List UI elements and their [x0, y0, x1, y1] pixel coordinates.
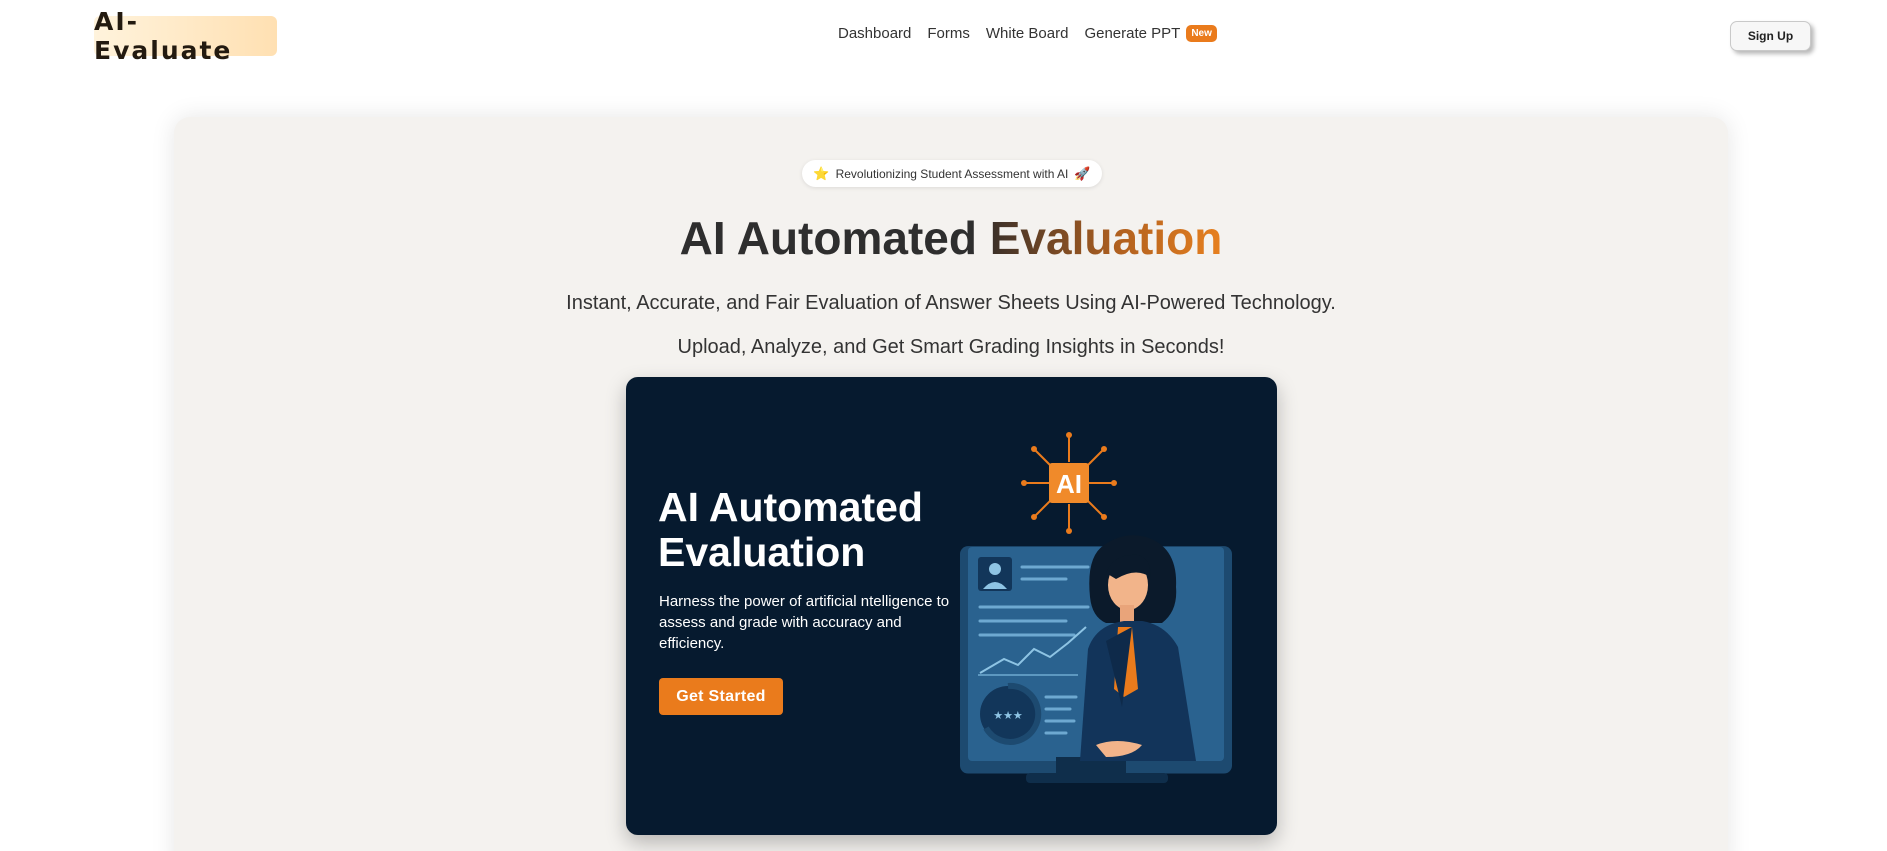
title-plain: AI Automated: [679, 212, 990, 264]
logo[interactable]: AI-Evaluate: [94, 7, 277, 65]
main-nav: Dashboard Forms White Board Generate PPT…: [838, 25, 1217, 42]
nav-white-board[interactable]: White Board: [986, 25, 1069, 42]
panel-description: Harness the power of artificial ntellige…: [659, 593, 950, 652]
panel-title: AI Automated Evaluation: [658, 484, 923, 575]
profile-icon: [978, 557, 1012, 591]
nav-generate-ppt-label[interactable]: Generate PPT: [1084, 25, 1180, 42]
nav-dashboard[interactable]: Dashboard: [838, 25, 911, 42]
get-started-button[interactable]: Get Started: [659, 678, 783, 715]
ai-evaluation-illustration: AI ★★★: [960, 432, 1232, 783]
svg-text:★★★: ★★★: [993, 709, 1023, 722]
rocket-icon: 🚀: [1074, 165, 1091, 181]
subtitle-1: Instant, Accurate, and Fair Evaluation o…: [566, 292, 1336, 314]
ai-chip-icon: AI: [1021, 432, 1117, 534]
page-title: AI Automated Evaluation: [174, 213, 1728, 263]
ai-chip-label: AI: [1056, 469, 1082, 499]
top-navbar: AI-Evaluate Dashboard Forms White Board …: [0, 0, 1887, 72]
title-gradient: Evaluation: [989, 212, 1223, 264]
new-badge: New: [1186, 25, 1217, 42]
nav-forms[interactable]: Forms: [927, 25, 970, 42]
promo-panel: AI Automated Evaluation Harness the powe…: [626, 377, 1277, 835]
nav-generate-ppt[interactable]: Generate PPT New: [1084, 25, 1217, 42]
tagline-text: Revolutionizing Student Assessment with …: [835, 166, 1069, 181]
sign-up-button[interactable]: Sign Up: [1730, 21, 1811, 51]
subtitle-2: Upload, Analyze, and Get Smart Grading I…: [677, 336, 1225, 358]
star-icon: ⭐: [813, 165, 830, 181]
tagline-pill: ⭐ Revolutionizing Student Assessment wit…: [802, 160, 1102, 187]
hero-section: ⭐ Revolutionizing Student Assessment wit…: [174, 117, 1728, 851]
rating-gauge-icon: ★★★: [980, 682, 1042, 745]
